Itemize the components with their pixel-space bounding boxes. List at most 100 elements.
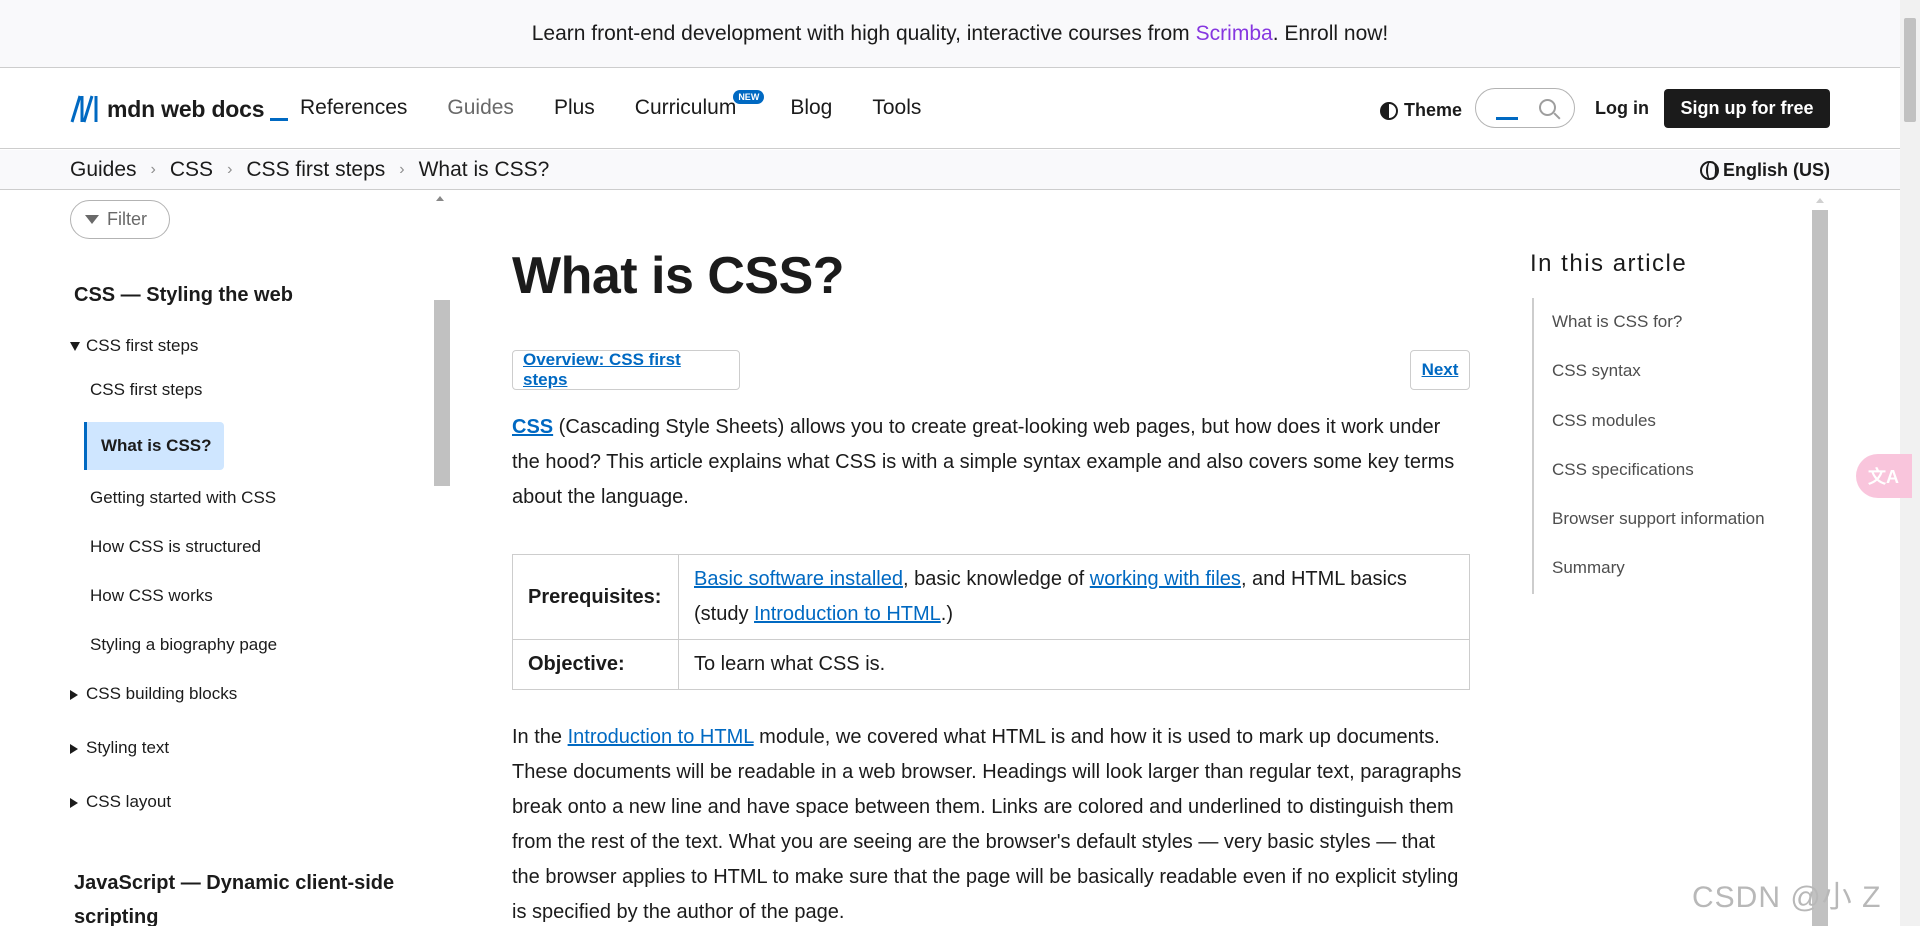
page-title: What is CSS?	[512, 247, 845, 305]
search-input[interactable]	[1475, 88, 1575, 128]
objective-label: Objective:	[513, 640, 679, 689]
table-row: Prerequisites: Basic software installed,…	[513, 555, 1469, 640]
theme-icon	[1380, 101, 1398, 120]
search-icon	[1539, 99, 1556, 116]
expanded-triangle-icon	[70, 342, 80, 352]
sidebar-section-css-building-blocks[interactable]: CSS building blocks	[70, 684, 237, 704]
body-paragraph: In the Introduction to HTML module, we c…	[512, 720, 1462, 926]
filter-icon	[85, 215, 99, 224]
nav-plus[interactable]: Plus	[554, 96, 595, 120]
sidebar-item-how-css-is-structured[interactable]: How CSS is structured	[90, 537, 261, 557]
table-row: Objective: To learn what CSS is.	[513, 640, 1469, 689]
logo-cursor	[270, 117, 289, 121]
language-switcher[interactable]: English (US)	[1700, 160, 1830, 181]
sidebar-section-label: Styling text	[86, 738, 170, 757]
prereq-text: , basic knowledge of	[902, 568, 1090, 590]
signup-button[interactable]: Sign up for free	[1664, 89, 1830, 128]
sidebar-item-getting-started[interactable]: Getting started with CSS	[90, 488, 276, 508]
prereq-table: Prerequisites: Basic software installed,…	[512, 554, 1470, 690]
translate-float-button[interactable]: 文A	[1856, 454, 1912, 498]
sidebar-section-label: CSS layout	[86, 792, 172, 811]
para-text: module, we covered what HTML is and how …	[512, 726, 1462, 923]
mdn-logo[interactable]: mdn web docs	[70, 94, 289, 124]
toc-item-summary[interactable]: Summary	[1552, 558, 1625, 578]
collapsed-triangle-icon	[70, 797, 78, 808]
content-scrollbar-thumb[interactable]	[1812, 210, 1828, 926]
nav-blog[interactable]: Blog	[790, 96, 832, 120]
login-link[interactable]: Log in	[1595, 98, 1649, 119]
new-badge: NEW	[733, 90, 765, 104]
banner-enroll-text[interactable]: . Enroll now!	[1273, 22, 1389, 46]
filter-input[interactable]: Filter	[70, 200, 170, 239]
sidebar-item-css-first-steps[interactable]: CSS first steps	[90, 380, 202, 400]
objective-value: To learn what CSS is.	[694, 653, 886, 675]
toc-item-css-specifications[interactable]: CSS specifications	[1552, 460, 1694, 480]
logo-text: mdn web docs	[107, 95, 265, 122]
sidebar-section-css-first-steps[interactable]: CSS first steps	[70, 336, 198, 356]
sidebar-scrollbar[interactable]	[434, 300, 450, 486]
toc: In this article What is CSS for? CSS syn…	[1530, 190, 1830, 926]
collapsed-triangle-icon	[70, 743, 78, 754]
breadcrumb-separator: ›	[150, 161, 156, 178]
sidebar-item-what-is-css[interactable]: What is CSS?	[84, 422, 224, 470]
sidebar-section-styling-text[interactable]: Styling text	[70, 738, 169, 758]
css-link[interactable]: CSS	[512, 416, 553, 438]
banner-scrimba-link[interactable]: Scrimba	[1196, 22, 1273, 46]
intro-paragraph: CSS (Cascading Style Sheets) allows you …	[512, 410, 1462, 515]
nav-curriculum-label: Curriculum	[634, 96, 737, 119]
watermark: CSDN @小 Z	[1692, 881, 1882, 914]
basic-software-link[interactable]: Basic software installed	[694, 568, 903, 590]
main-nav: References Guides Plus Curriculum NEW Bl…	[300, 90, 961, 120]
nav-tools[interactable]: Tools	[872, 96, 921, 120]
breadcrumb-separator: ›	[227, 161, 233, 178]
sidebar-section-css-layout[interactable]: CSS layout	[70, 792, 171, 812]
prereq-label: Prerequisites:	[513, 555, 679, 639]
theme-toggle[interactable]: Theme	[1380, 100, 1462, 121]
toc-item-what-is-css-for[interactable]: What is CSS for?	[1552, 312, 1682, 332]
breadcrumb-guides[interactable]: Guides	[70, 158, 137, 182]
intro-text: (Cascading Style Sheets) allows you to c…	[512, 416, 1455, 508]
nav-guides[interactable]: Guides	[447, 96, 514, 120]
sidebar-section-label: CSS building blocks	[86, 684, 238, 703]
filter-placeholder: Filter	[107, 209, 147, 229]
theme-label: Theme	[1404, 100, 1463, 120]
sidebar-title-javascript[interactable]: JavaScript — Dynamic client-side scripti…	[74, 866, 434, 926]
breadcrumb-bar: Guides › CSS › CSS first steps › What is…	[0, 150, 1920, 190]
sidebar-title[interactable]: CSS — Styling the web	[74, 284, 293, 307]
content-scroll-up-icon[interactable]	[1816, 198, 1824, 203]
breadcrumb: Guides › CSS › CSS first steps › What is…	[70, 158, 549, 182]
sidebar: Filter CSS — Styling the web CSS first s…	[0, 190, 455, 926]
mdn-logo-icon	[70, 95, 98, 123]
prereq-text: .)	[940, 603, 953, 625]
content-scrollbar[interactable]	[1812, 210, 1828, 926]
language-label: English (US)	[1723, 160, 1830, 180]
toc-divider	[1532, 298, 1534, 594]
window-scrollbar-thumb[interactable]	[1904, 18, 1916, 122]
sidebar-section-label: CSS first steps	[86, 336, 199, 355]
sidebar-scroll-up-icon[interactable]	[436, 196, 444, 201]
toc-title: In this article	[1530, 250, 1688, 277]
sidebar-item-styling-biography[interactable]: Styling a biography page	[90, 635, 277, 655]
collapsed-triangle-icon	[70, 689, 78, 700]
working-with-files-link[interactable]: working with files	[1090, 568, 1241, 590]
breadcrumb-what-is-css[interactable]: What is CSS?	[419, 158, 550, 182]
nav-curriculum[interactable]: Curriculum NEW	[634, 90, 765, 120]
next-button[interactable]: Next	[1410, 350, 1470, 390]
breadcrumb-css[interactable]: CSS	[170, 158, 213, 182]
breadcrumb-separator: ›	[399, 161, 405, 178]
globe-icon	[1700, 161, 1719, 180]
banner-text: Learn front-end development with high qu…	[531, 21, 1190, 45]
nav-references[interactable]: References	[300, 96, 407, 120]
toc-item-browser-support[interactable]: Browser support information	[1552, 509, 1765, 529]
search-caret	[1496, 117, 1518, 120]
intro-html-link[interactable]: Introduction to HTML	[754, 603, 941, 625]
breadcrumb-css-first-steps[interactable]: CSS first steps	[246, 158, 385, 182]
intro-html-link-2[interactable]: Introduction to HTML	[568, 726, 754, 748]
top-header: mdn web docs References Guides Plus Curr…	[0, 68, 1920, 149]
main-content: What is CSS? Overview: CSS first steps N…	[512, 190, 1472, 926]
toc-item-css-modules[interactable]: CSS modules	[1552, 411, 1656, 431]
toc-item-css-syntax[interactable]: CSS syntax	[1552, 361, 1641, 381]
overview-button[interactable]: Overview: CSS first steps	[512, 350, 740, 390]
sidebar-item-how-css-works[interactable]: How CSS works	[90, 586, 213, 606]
prereq-value: Basic software installed, basic knowledg…	[679, 555, 1469, 639]
